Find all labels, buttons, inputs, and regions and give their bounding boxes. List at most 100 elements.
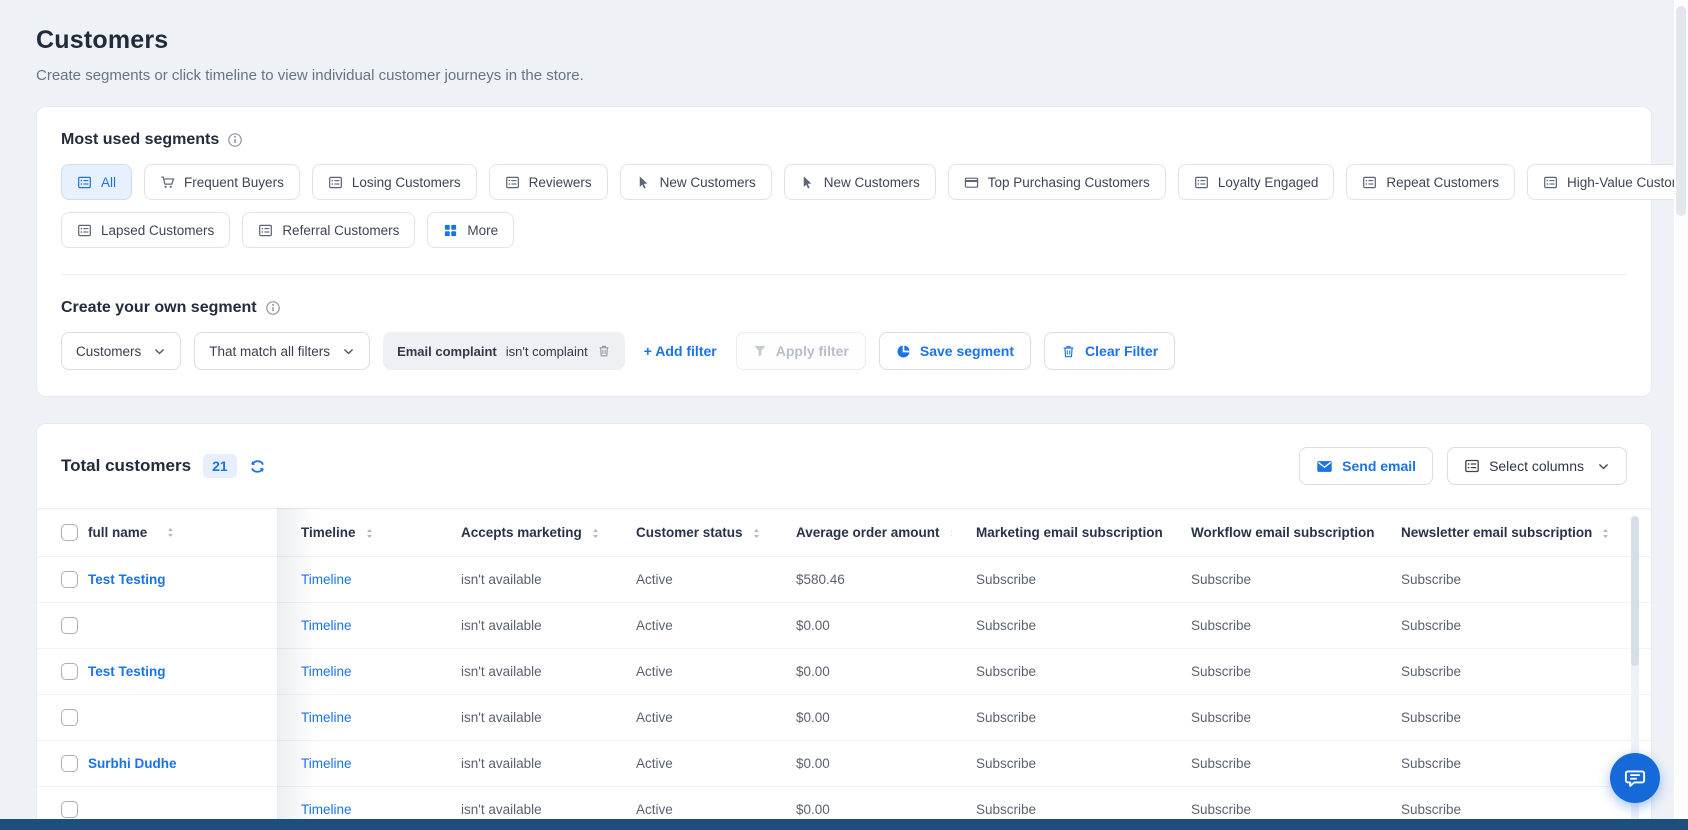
bottom-scrollbar[interactable]: [0, 819, 1688, 830]
column-label: Accepts marketing: [461, 525, 582, 540]
row-checkbox[interactable]: [61, 801, 78, 818]
customer-status-cell: Active: [612, 602, 772, 649]
chevron-down-icon: [1597, 460, 1610, 473]
chat-button[interactable]: [1610, 753, 1660, 803]
column-header-workflow-email[interactable]: Workflow email subscription: [1167, 508, 1377, 557]
table-row: Test Testing Timeline isn't available Ac…: [37, 648, 1651, 695]
segment-chip-new-customers-2[interactable]: New Customers: [783, 164, 936, 200]
segment-chip-referral-customers[interactable]: Referral Customers: [242, 212, 416, 248]
clear-filter-button[interactable]: Clear Filter: [1044, 332, 1176, 370]
send-email-button[interactable]: Send email: [1299, 447, 1434, 485]
segment-chip-lapsed-customers[interactable]: Lapsed Customers: [61, 212, 231, 248]
page-title: Customers: [36, 26, 169, 54]
sort-icon[interactable]: [1599, 527, 1612, 540]
customer-status-cell: Active: [612, 556, 772, 603]
trash-icon[interactable]: [597, 344, 611, 358]
row-checkbox[interactable]: [61, 709, 78, 726]
segment-chip-high-value[interactable]: High-Value Customers: [1526, 164, 1688, 200]
list-icon: [77, 223, 92, 238]
select-columns-button[interactable]: Select columns: [1447, 447, 1627, 485]
match-select[interactable]: That match all filters: [194, 332, 371, 370]
workflow-email-cell: Subscribe: [1167, 740, 1377, 787]
segment-chip-label: More: [467, 222, 499, 238]
timeline-link[interactable]: Timeline: [301, 572, 352, 587]
segment-chip-label: Losing Customers: [351, 174, 461, 190]
trash-icon: [1061, 344, 1076, 359]
customer-name-link[interactable]: Test Testing: [88, 572, 166, 587]
segment-chip-label: Repeat Customers: [1386, 174, 1499, 190]
workflow-email-cell: Subscribe: [1167, 556, 1377, 603]
table-header-row: full name Timeline Accepts marketing Cus…: [37, 508, 1651, 557]
refresh-icon: [249, 458, 266, 475]
timeline-link[interactable]: Timeline: [301, 756, 352, 771]
accepts-marketing-cell: isn't available: [437, 740, 612, 787]
column-header-customer-status[interactable]: Customer status: [612, 508, 772, 557]
marketing-email-cell: Subscribe: [952, 694, 1167, 741]
segment-chip-losing-customers[interactable]: Losing Customers: [311, 164, 477, 200]
entity-select[interactable]: Customers: [61, 332, 182, 370]
cart-icon: [160, 175, 175, 190]
segment-chip-label: All: [101, 174, 117, 190]
add-filter-link[interactable]: + Add filter: [644, 343, 717, 359]
page-scrollbar[interactable]: [1674, 0, 1688, 830]
customer-status-cell: Active: [612, 740, 772, 787]
info-icon[interactable]: [227, 132, 243, 148]
customers-table: full name Timeline Accepts marketing Cus…: [37, 508, 1651, 830]
accepts-marketing-cell: isn't available: [437, 602, 612, 649]
table-scrollbar-thumb[interactable]: [1631, 516, 1639, 666]
column-header-marketing-email[interactable]: Marketing email subscription: [952, 508, 1167, 557]
envelope-icon: [1316, 458, 1333, 475]
column-header-newsletter-email[interactable]: Newsletter email subscription: [1377, 508, 1651, 557]
customer-name-link[interactable]: Surbhi Dudhe: [88, 756, 177, 771]
entity-select-value: Customers: [76, 343, 142, 359]
chevron-down-icon: [153, 345, 166, 358]
sort-icon[interactable]: [750, 527, 763, 540]
timeline-link[interactable]: Timeline: [301, 618, 352, 633]
column-header-full-name[interactable]: full name: [37, 508, 277, 557]
segment-chip-all[interactable]: All: [61, 164, 133, 200]
column-header-average-order-amount[interactable]: Average order amount: [772, 508, 952, 557]
customer-name-link[interactable]: Test Testing: [88, 664, 166, 679]
segment-chip-top-purchasing[interactable]: Top Purchasing Customers: [947, 164, 1166, 200]
filter-condition-label: isn't complaint: [505, 343, 588, 359]
row-checkbox[interactable]: [61, 617, 78, 634]
timeline-link[interactable]: Timeline: [301, 664, 352, 679]
timeline-link[interactable]: Timeline: [301, 802, 352, 817]
page-subtitle: Create segments or click timeline to vie…: [36, 67, 584, 84]
average-order-amount-cell: $0.00: [772, 602, 952, 649]
list-icon: [1362, 175, 1377, 190]
customers-card: Total customers 21 Send email Select col…: [36, 423, 1652, 830]
info-icon[interactable]: [265, 300, 281, 316]
grid-icon: [443, 223, 458, 238]
marketing-email-cell: Subscribe: [952, 556, 1167, 603]
row-checkbox[interactable]: [61, 755, 78, 772]
column-header-timeline[interactable]: Timeline: [277, 508, 437, 557]
clear-filter-label: Clear Filter: [1085, 343, 1159, 359]
newsletter-email-cell: Subscribe: [1377, 602, 1651, 649]
column-label: Average order amount: [796, 525, 940, 540]
segment-chip-new-customers-1[interactable]: New Customers: [619, 164, 772, 200]
page-scrollbar-thumb[interactable]: [1676, 6, 1686, 216]
segment-chip-loyalty-engaged[interactable]: Loyalty Engaged: [1177, 164, 1335, 200]
segment-chip-reviewers[interactable]: Reviewers: [488, 164, 608, 200]
refresh-button[interactable]: [249, 458, 266, 475]
filter-chip[interactable]: Email complaint isn't complaint: [383, 332, 625, 370]
column-label: Newsletter email subscription: [1401, 525, 1593, 540]
sort-icon[interactable]: [164, 526, 177, 539]
row-checkbox[interactable]: [61, 663, 78, 680]
apply-filter-button[interactable]: Apply filter: [735, 332, 866, 370]
sort-icon[interactable]: [947, 527, 952, 540]
segment-chip-frequent-buyers[interactable]: Frequent Buyers: [144, 164, 300, 200]
sort-icon[interactable]: [363, 527, 376, 540]
segment-chip-repeat-customers[interactable]: Repeat Customers: [1346, 164, 1515, 200]
segment-chip-label: High-Value Customers: [1566, 174, 1688, 190]
column-header-accepts-marketing[interactable]: Accepts marketing: [437, 508, 612, 557]
section-divider: [61, 274, 1627, 275]
select-all-checkbox[interactable]: [61, 524, 78, 541]
timeline-link[interactable]: Timeline: [301, 710, 352, 725]
sort-icon[interactable]: [589, 527, 602, 540]
save-segment-button[interactable]: Save segment: [878, 332, 1032, 370]
segment-chip-more[interactable]: More: [427, 212, 515, 248]
row-checkbox[interactable]: [61, 571, 78, 588]
save-segment-label: Save segment: [919, 343, 1015, 359]
